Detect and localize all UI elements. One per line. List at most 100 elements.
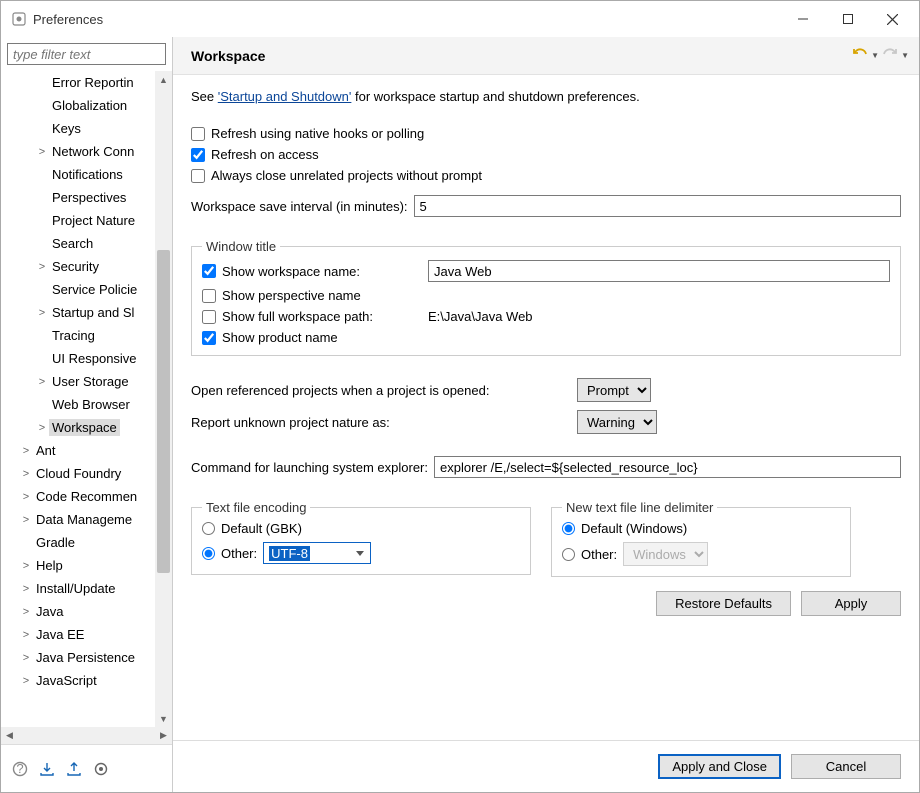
tree-item[interactable]: Gradle: [3, 531, 172, 554]
tree-item[interactable]: >Cloud Foundry: [3, 462, 172, 485]
tree-item-label: Notifications: [49, 166, 126, 183]
tree-item[interactable]: UI Responsive: [3, 347, 172, 370]
tree-hscrollbar[interactable]: ◀ ▶: [1, 727, 172, 744]
tree-item-label: Java Persistence: [33, 649, 138, 666]
expand-icon[interactable]: >: [19, 583, 33, 595]
nav-back-menu-icon[interactable]: ▼: [871, 51, 879, 60]
tree-item[interactable]: Keys: [3, 117, 172, 140]
nav-forward-menu-icon[interactable]: ▼: [901, 51, 909, 60]
explorer-cmd-input[interactable]: [434, 456, 901, 478]
intro-text: See 'Startup and Shutdown' for workspace…: [191, 89, 901, 104]
export-icon[interactable]: [65, 760, 83, 778]
tree-item[interactable]: Perspectives: [3, 186, 172, 209]
help-icon[interactable]: ?: [11, 760, 29, 778]
maximize-button[interactable]: [825, 4, 870, 34]
tree-item-label: Java EE: [33, 626, 87, 643]
oomph-icon[interactable]: [92, 760, 110, 778]
expand-icon[interactable]: >: [19, 491, 33, 503]
refresh-access-checkbox[interactable]: Refresh on access: [191, 147, 901, 162]
nav-back-icon[interactable]: [853, 48, 867, 63]
import-icon[interactable]: [38, 760, 56, 778]
tree-item-label: Error Reportin: [49, 74, 137, 91]
cancel-button[interactable]: Cancel: [791, 754, 901, 779]
apply-close-button[interactable]: Apply and Close: [658, 754, 781, 779]
show-full-path-checkbox[interactable]: Show full workspace path:: [202, 309, 422, 324]
open-referenced-select[interactable]: Prompt: [577, 378, 651, 402]
tree-item[interactable]: >Java Persistence: [3, 646, 172, 669]
tree-item[interactable]: Web Browser: [3, 393, 172, 416]
tree-item-label: Help: [33, 557, 66, 574]
scroll-thumb[interactable]: [157, 250, 170, 573]
scroll-down-icon[interactable]: ▼: [155, 710, 172, 727]
tree-item[interactable]: >Security: [3, 255, 172, 278]
tree-item[interactable]: >Java: [3, 600, 172, 623]
scroll-left-icon[interactable]: ◀: [1, 727, 18, 744]
save-interval-input[interactable]: [414, 195, 901, 217]
scroll-up-icon[interactable]: ▲: [155, 71, 172, 88]
close-unrelated-checkbox[interactable]: Always close unrelated projects without …: [191, 168, 901, 183]
window-title-group: Window title Show workspace name: Show p…: [191, 239, 901, 356]
expand-icon[interactable]: >: [19, 445, 33, 457]
expand-icon[interactable]: >: [35, 307, 49, 319]
close-button[interactable]: [870, 4, 915, 34]
expand-icon[interactable]: >: [35, 146, 49, 158]
expand-icon[interactable]: >: [35, 376, 49, 388]
encoding-other-radio[interactable]: Other:: [202, 546, 257, 561]
report-unknown-select[interactable]: Warning: [577, 410, 657, 434]
tree-item[interactable]: Error Reportin: [3, 71, 172, 94]
encoding-default-radio[interactable]: Default (GBK): [202, 521, 520, 536]
linedelim-default-radio[interactable]: Default (Windows): [562, 521, 840, 536]
full-path-value: E:\Java\Java Web: [428, 309, 533, 324]
expand-icon[interactable]: >: [19, 629, 33, 641]
explorer-cmd-label: Command for launching system explorer:: [191, 460, 428, 475]
restore-defaults-button[interactable]: Restore Defaults: [656, 591, 791, 616]
minimize-button[interactable]: [780, 4, 825, 34]
tree-item[interactable]: >Install/Update: [3, 577, 172, 600]
apply-button[interactable]: Apply: [801, 591, 901, 616]
tree-item[interactable]: >Data Manageme: [3, 508, 172, 531]
encoding-other-select[interactable]: UTF-8: [263, 542, 371, 564]
expand-icon[interactable]: >: [35, 422, 49, 434]
tree-item[interactable]: >Help: [3, 554, 172, 577]
preference-tree[interactable]: Error Reportin Globalization Keys >Network …: [1, 71, 172, 727]
tree-item[interactable]: Notifications: [3, 163, 172, 186]
tree-item[interactable]: Project Nature: [3, 209, 172, 232]
show-perspective-checkbox[interactable]: Show perspective name: [202, 288, 890, 303]
tree-item[interactable]: Service Policie: [3, 278, 172, 301]
expand-icon[interactable]: >: [19, 675, 33, 687]
refresh-native-checkbox[interactable]: Refresh using native hooks or polling: [191, 126, 901, 141]
expand-icon[interactable]: >: [19, 514, 33, 526]
preferences-window: Preferences Error ReportinGlobalizationK…: [0, 0, 920, 793]
tree-item[interactable]: >Startup and Sl: [3, 301, 172, 324]
tree-item[interactable]: >Code Recommen: [3, 485, 172, 508]
tree-item[interactable]: >Network Conn: [3, 140, 172, 163]
scroll-right-icon[interactable]: ▶: [155, 727, 172, 744]
show-product-checkbox[interactable]: Show product name: [202, 330, 890, 345]
workspace-name-input[interactable]: [428, 260, 890, 282]
tree-item-label: Perspectives: [49, 189, 129, 206]
tree-item[interactable]: Search: [3, 232, 172, 255]
tree-item[interactable]: >Workspace: [3, 416, 172, 439]
encoding-legend: Text file encoding: [202, 500, 310, 515]
expand-icon[interactable]: >: [19, 468, 33, 480]
expand-icon[interactable]: >: [19, 606, 33, 618]
expand-icon[interactable]: >: [35, 261, 49, 273]
tree-scrollbar[interactable]: ▲ ▼: [155, 71, 172, 727]
sidebar-toolbar: ?: [1, 744, 172, 792]
tree-item[interactable]: >User Storage: [3, 370, 172, 393]
tree-item[interactable]: >Ant: [3, 439, 172, 462]
filter-input[interactable]: [7, 43, 166, 65]
tree-item-label: Keys: [49, 120, 84, 137]
save-interval-label: Workspace save interval (in minutes):: [191, 199, 408, 214]
linedelim-other-radio[interactable]: Other:: [562, 547, 617, 562]
linedelim-other-select: Windows: [623, 542, 708, 566]
tree-item[interactable]: >Java EE: [3, 623, 172, 646]
nav-forward-icon[interactable]: [883, 48, 897, 63]
show-workspace-name-checkbox[interactable]: Show workspace name:: [202, 264, 422, 279]
expand-icon[interactable]: >: [19, 560, 33, 572]
tree-item[interactable]: >JavaScript: [3, 669, 172, 692]
expand-icon[interactable]: >: [19, 652, 33, 664]
tree-item[interactable]: Globalization: [3, 94, 172, 117]
tree-item[interactable]: Tracing: [3, 324, 172, 347]
startup-shutdown-link[interactable]: 'Startup and Shutdown': [218, 89, 352, 104]
